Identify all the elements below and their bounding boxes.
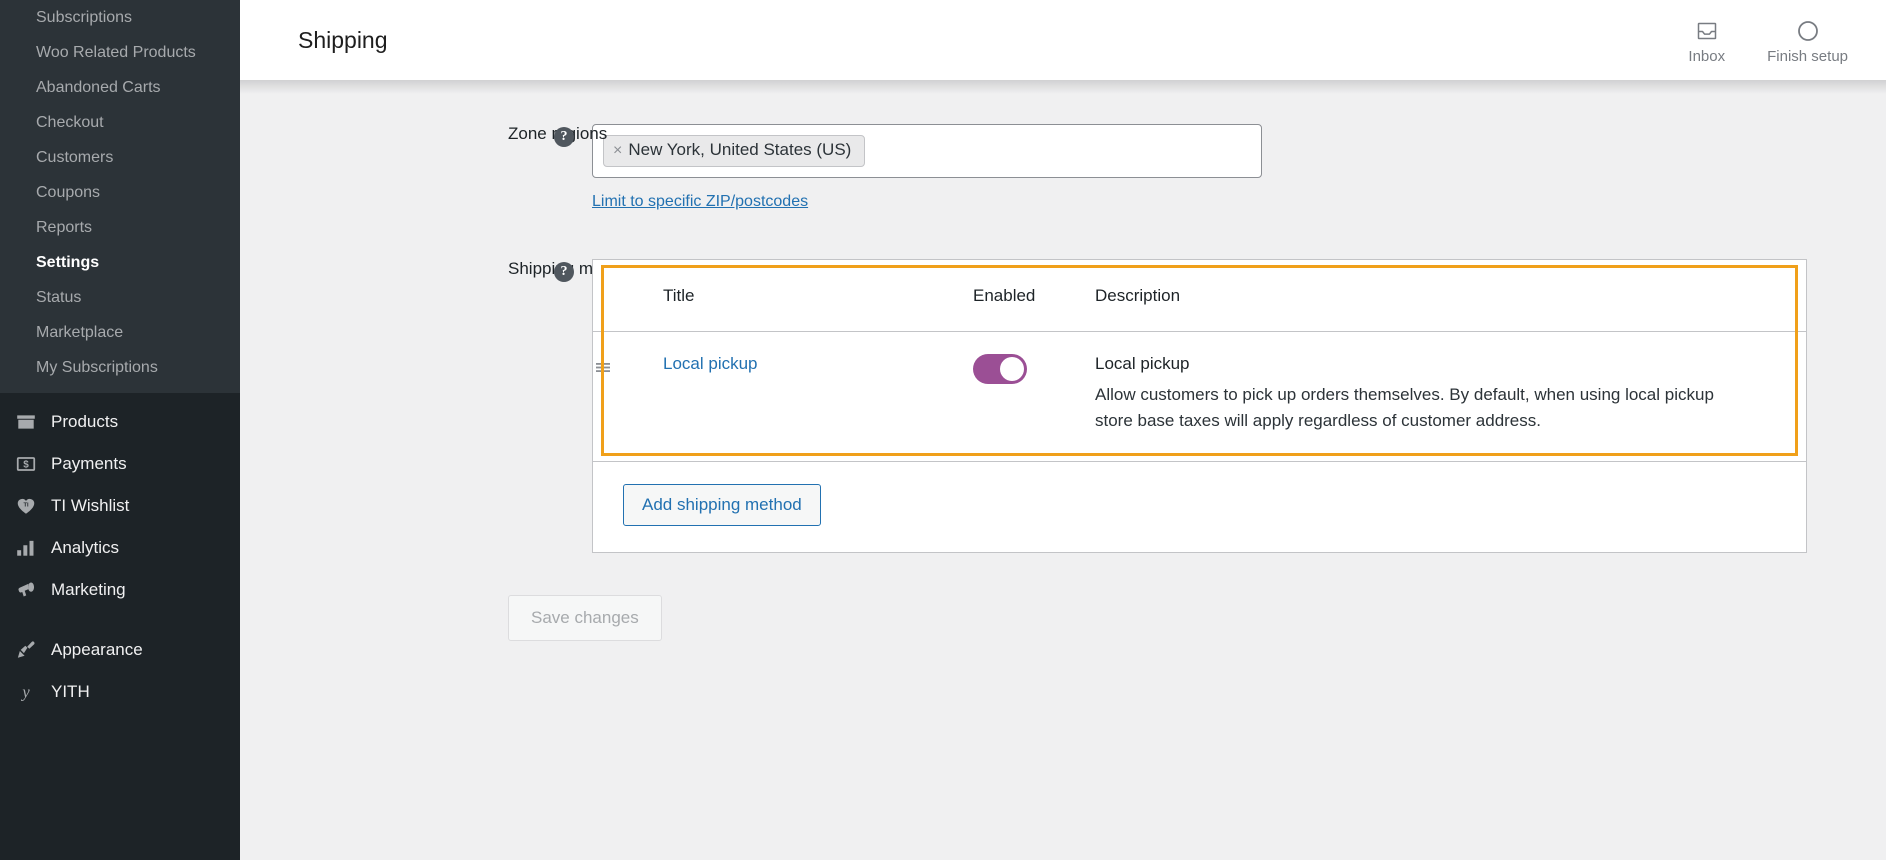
sidebar-item-yith[interactable]: y YITH xyxy=(0,671,240,713)
sidebar-item-woo-related-products[interactable]: Woo Related Products xyxy=(0,35,240,70)
products-box-icon xyxy=(14,410,38,434)
row-enabled-cell xyxy=(973,331,1095,461)
sidebar-item-reports[interactable]: Reports xyxy=(0,210,240,245)
column-header-handle xyxy=(593,260,663,332)
settings-form: Zone regions ? × New York, United States… xyxy=(240,80,1886,642)
bar-chart-icon xyxy=(14,536,38,560)
sidebar-item-label: Abandoned Carts xyxy=(36,79,161,96)
region-token[interactable]: × New York, United States (US) xyxy=(603,135,866,167)
method-title-link[interactable]: Local pickup xyxy=(663,354,758,373)
woocommerce-submenu: Subscriptions Woo Related Products Aband… xyxy=(0,0,240,393)
paintbrush-icon xyxy=(14,638,38,662)
sidebar-item-label: Marketplace xyxy=(36,324,124,341)
sidebar-item-label: Products xyxy=(51,412,119,431)
sidebar-item-label: Appearance xyxy=(51,640,143,659)
row-description-cell: Local pickup Allow customers to pick up … xyxy=(1095,331,1806,461)
payments-dollar-icon: $ xyxy=(14,452,38,476)
limit-zip-postcodes-link[interactable]: Limit to specific ZIP/postcodes xyxy=(592,193,808,211)
sidebar-item-label: Marketing xyxy=(51,580,126,599)
sidebar-item-label: Checkout xyxy=(36,114,104,131)
inbox-label: Inbox xyxy=(1688,48,1726,65)
sidebar-item-coupons[interactable]: Coupons xyxy=(0,175,240,210)
row-title-cell: Local pickup xyxy=(663,331,973,461)
sidebar-item-label: TI Wishlist xyxy=(51,496,130,515)
main-content-area: Shipping Inbox Finish setup Zone regions… xyxy=(240,0,1886,860)
inbox-tray-icon xyxy=(1695,19,1719,43)
help-icon[interactable]: ? xyxy=(554,127,574,147)
drag-handle-icon[interactable] xyxy=(593,354,613,382)
sidebar-item-label: Payments xyxy=(51,454,127,473)
page-header: Shipping Inbox Finish setup xyxy=(240,0,1886,94)
help-icon[interactable]: ? xyxy=(554,262,574,282)
panel-footer: Add shipping method xyxy=(593,462,1806,552)
inbox-button[interactable]: Inbox xyxy=(1688,19,1725,65)
zone-regions-label-col: Zone regions ? xyxy=(240,124,607,147)
admin-screen: Subscriptions Woo Related Products Aband… xyxy=(0,0,1886,860)
save-row: Save changes xyxy=(240,595,1886,642)
sidebar-item-label: My Subscriptions xyxy=(36,359,158,376)
svg-text:TI: TI xyxy=(23,503,28,509)
sidebar-item-label: Coupons xyxy=(36,184,101,201)
column-header-title: Title xyxy=(663,260,973,332)
row-handle-cell xyxy=(593,331,663,461)
save-changes-button[interactable]: Save changes xyxy=(508,595,662,642)
zone-regions-input[interactable]: × New York, United States (US) xyxy=(592,124,1262,178)
heart-icon: TI xyxy=(14,494,38,518)
sidebar-item-label: Analytics xyxy=(51,538,120,557)
sidebar-item-label: Status xyxy=(36,289,82,306)
sidebar-item-label: Settings xyxy=(36,254,100,271)
sidebar-divider xyxy=(0,611,240,629)
sidebar-item-label: Subscriptions xyxy=(36,9,133,26)
sidebar-item-label: Customers xyxy=(36,149,114,166)
sidebar-item-payments[interactable]: $ Payments xyxy=(0,443,240,485)
column-header-description: Description xyxy=(1095,260,1806,332)
megaphone-icon xyxy=(14,578,38,602)
sidebar-item-analytics[interactable]: Analytics xyxy=(0,527,240,569)
zone-regions-row: Zone regions ? × New York, United States… xyxy=(240,124,1886,211)
shipping-methods-row: Shipping methods ? Title Enabled Descrip… xyxy=(240,259,1886,554)
table-row: Local pickup Local pickup Allow customer… xyxy=(593,331,1806,461)
progress-circle-icon xyxy=(1796,19,1820,43)
svg-text:$: $ xyxy=(23,460,29,471)
sidebar-item-abandoned-carts[interactable]: Abandoned Carts xyxy=(0,70,240,105)
sidebar-item-label: YITH xyxy=(51,682,90,701)
sidebar-item-status[interactable]: Status xyxy=(0,280,240,315)
sidebar-item-products[interactable]: Products xyxy=(0,401,240,443)
shipping-methods-panel: Title Enabled Description Local pickup L… xyxy=(592,259,1807,554)
sidebar-item-label: Woo Related Products xyxy=(36,44,196,61)
shipping-methods-table: Title Enabled Description Local pickup L… xyxy=(593,260,1806,461)
svg-text:y: y xyxy=(20,683,30,702)
sidebar-item-customers[interactable]: Customers xyxy=(0,140,240,175)
sidebar-item-marketplace[interactable]: Marketplace xyxy=(0,315,240,350)
column-header-enabled: Enabled xyxy=(973,260,1095,332)
sidebar-item-appearance[interactable]: Appearance xyxy=(0,629,240,671)
sidebar-main-menu: Products $ Payments TI TI Wishlist Analy… xyxy=(0,393,240,713)
method-description-title: Local pickup xyxy=(1095,354,1190,373)
sidebar-item-subscriptions[interactable]: Subscriptions xyxy=(0,0,240,35)
sidebar-item-ti-wishlist[interactable]: TI TI Wishlist xyxy=(0,485,240,527)
add-shipping-method-button[interactable]: Add shipping method xyxy=(623,483,821,527)
sidebar-item-checkout[interactable]: Checkout xyxy=(0,105,240,140)
table-body: Local pickup Local pickup Allow customer… xyxy=(593,331,1806,461)
finish-setup-button[interactable]: Finish setup xyxy=(1767,19,1848,65)
shipping-methods-table-wrap: Title Enabled Description Local pickup L… xyxy=(593,260,1806,462)
admin-sidebar: Subscriptions Woo Related Products Aband… xyxy=(0,0,240,860)
toggle-knob xyxy=(1000,357,1024,381)
shipping-methods-label-col: Shipping methods ? xyxy=(240,259,644,282)
table-header-row: Title Enabled Description xyxy=(593,260,1806,332)
sidebar-item-settings[interactable]: Settings xyxy=(0,245,240,280)
header-actions: Inbox Finish setup xyxy=(1688,15,1886,65)
table-head: Title Enabled Description xyxy=(593,260,1806,332)
region-token-label: New York, United States (US) xyxy=(628,140,852,160)
enabled-toggle[interactable] xyxy=(973,354,1027,384)
yith-logo-icon: y xyxy=(14,680,38,704)
finish-setup-label: Finish setup xyxy=(1767,48,1848,65)
sidebar-item-label: Reports xyxy=(36,219,93,236)
page-title: Shipping xyxy=(298,26,388,53)
remove-token-icon[interactable]: × xyxy=(613,142,622,159)
method-description-body: Allow customers to pick up orders themse… xyxy=(1095,385,1714,431)
zone-regions-field: × New York, United States (US) Limit to … xyxy=(592,124,1262,211)
sidebar-item-my-subscriptions[interactable]: My Subscriptions xyxy=(0,350,240,385)
sidebar-item-marketing[interactable]: Marketing xyxy=(0,569,240,611)
